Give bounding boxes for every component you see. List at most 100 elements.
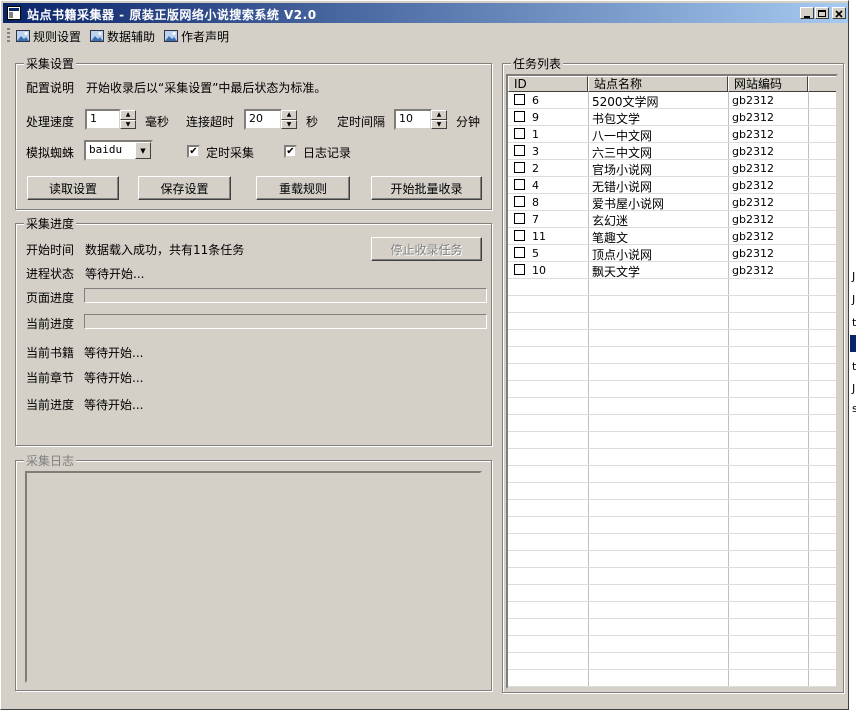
table-row[interactable]: 1 八一中文网 gb2312 bbox=[508, 126, 836, 143]
title-bar[interactable]: 站点书籍采集器 - 原装正版网络小说搜索系统 V2.0 bbox=[3, 3, 848, 23]
task-list-view[interactable]: ID 站点名称 网站编码 6 5200文学网 gb2312 9 书包文学 gb2312 1 八… bbox=[506, 74, 838, 689]
row-checkbox[interactable] bbox=[514, 179, 525, 190]
table-row[interactable]: 3 六三中文网 gb2312 bbox=[508, 143, 836, 160]
row-id: 5 bbox=[532, 247, 539, 260]
timed-collect-checkbox[interactable]: ✔ bbox=[187, 145, 200, 158]
log-legend: 采集日志 bbox=[24, 452, 77, 469]
stop-task-button[interactable]: 停止收录任务 bbox=[371, 237, 482, 261]
log-textarea[interactable] bbox=[25, 471, 482, 683]
row-checkbox[interactable] bbox=[514, 213, 525, 224]
row-checkbox[interactable] bbox=[514, 128, 525, 139]
task-list-header: ID 站点名称 网站编码 bbox=[508, 76, 836, 92]
maximize-button[interactable] bbox=[815, 7, 829, 19]
empty-row bbox=[508, 364, 836, 381]
spin-down-icon[interactable]: ▼ bbox=[431, 119, 447, 129]
empty-row bbox=[508, 517, 836, 534]
timeout-input[interactable]: 20 bbox=[244, 109, 282, 130]
table-row[interactable]: 5 顶点小说网 gb2312 bbox=[508, 245, 836, 262]
table-row[interactable]: 7 玄幻迷 gb2312 bbox=[508, 211, 836, 228]
progress-legend: 采集进度 bbox=[24, 215, 77, 232]
empty-row bbox=[508, 330, 836, 347]
row-checkbox[interactable] bbox=[514, 264, 525, 275]
timeout-label: 连接超时 bbox=[186, 115, 235, 129]
toolbar-grip[interactable] bbox=[7, 28, 10, 44]
row-checkbox[interactable] bbox=[514, 196, 525, 207]
row-id: 10 bbox=[532, 264, 546, 277]
interval-input[interactable]: 10 bbox=[394, 109, 432, 130]
row-encoding: gb2312 bbox=[732, 264, 774, 277]
spin-up-icon[interactable]: ▲ bbox=[120, 110, 136, 120]
empty-row bbox=[508, 602, 836, 619]
speed-unit: 毫秒 bbox=[145, 115, 170, 129]
log-record-checkbox[interactable]: ✔ bbox=[284, 145, 297, 158]
row-id: 8 bbox=[532, 196, 539, 209]
row-checkbox[interactable] bbox=[514, 162, 525, 173]
menu-author-statement[interactable]: 作者声明 bbox=[163, 27, 229, 45]
menu-rule-settings[interactable]: 规则设置 bbox=[15, 27, 81, 45]
timeout-spinner[interactable]: ▲ ▼ bbox=[281, 110, 297, 129]
row-site-name: 无错小说网 bbox=[592, 180, 653, 194]
row-site-name: 八一中文网 bbox=[592, 129, 653, 143]
background-selection bbox=[850, 335, 856, 352]
chevron-down-icon[interactable]: ▼ bbox=[135, 142, 151, 159]
minimize-icon bbox=[804, 16, 810, 18]
spin-up-icon[interactable]: ▲ bbox=[281, 110, 297, 120]
start-time-label: 开始时间 bbox=[26, 243, 75, 257]
column-encoding[interactable]: 网站编码 bbox=[728, 76, 808, 92]
row-checkbox[interactable] bbox=[514, 230, 525, 241]
row-id: 7 bbox=[532, 213, 539, 226]
table-row[interactable]: 10 飘天文学 gb2312 bbox=[508, 262, 836, 279]
row-id: 6 bbox=[532, 94, 539, 107]
empty-row bbox=[508, 585, 836, 602]
column-id[interactable]: ID bbox=[508, 76, 588, 92]
menu-label: 作者声明 bbox=[181, 29, 230, 44]
speed-input[interactable]: 1 bbox=[85, 109, 121, 130]
minimize-button[interactable] bbox=[800, 7, 814, 19]
empty-row bbox=[508, 398, 836, 415]
timeout-unit: 秒 bbox=[306, 115, 319, 129]
row-checkbox[interactable] bbox=[514, 145, 525, 156]
row-site-name: 飘天文学 bbox=[592, 265, 641, 279]
table-row[interactable]: 6 5200文学网 gb2312 bbox=[508, 92, 836, 109]
empty-row bbox=[508, 432, 836, 449]
table-row[interactable]: 9 书包文学 gb2312 bbox=[508, 109, 836, 126]
table-row[interactable]: 11 笔趣文 gb2312 bbox=[508, 228, 836, 245]
close-icon bbox=[835, 10, 843, 18]
column-site-name[interactable]: 站点名称 bbox=[588, 76, 728, 92]
image-icon bbox=[90, 30, 104, 42]
background-text: t bbox=[852, 360, 856, 373]
row-id: 3 bbox=[532, 145, 539, 158]
reload-rules-button[interactable]: 重载规则 bbox=[256, 176, 350, 200]
table-row[interactable]: 4 无错小说网 gb2312 bbox=[508, 177, 836, 194]
read-settings-button[interactable]: 读取设置 bbox=[27, 176, 119, 200]
row-site-name: 玄幻迷 bbox=[592, 214, 629, 228]
start-batch-button[interactable]: 开始批量收录 bbox=[371, 176, 482, 200]
table-row[interactable]: 8 爱书屋小说网 gb2312 bbox=[508, 194, 836, 211]
empty-row bbox=[508, 670, 836, 687]
interval-unit: 分钟 bbox=[456, 115, 481, 129]
empty-row bbox=[508, 653, 836, 670]
row-encoding: gb2312 bbox=[732, 94, 774, 107]
spin-up-icon[interactable]: ▲ bbox=[431, 110, 447, 120]
empty-row bbox=[508, 619, 836, 636]
row-checkbox[interactable] bbox=[514, 247, 525, 258]
spin-down-icon[interactable]: ▼ bbox=[281, 119, 297, 129]
current-book-value: 等待开始... bbox=[84, 346, 144, 360]
row-checkbox[interactable] bbox=[514, 94, 525, 105]
menu-bar: 规则设置 数据辅助 作者声明 bbox=[3, 25, 848, 47]
row-site-name: 5200文学网 bbox=[592, 95, 659, 109]
spider-select-value: baidu bbox=[89, 143, 123, 156]
window-title: 站点书籍采集器 - 原装正版网络小说搜索系统 V2.0 bbox=[27, 8, 317, 22]
menu-data-assist[interactable]: 数据辅助 bbox=[89, 27, 155, 45]
speed-spinner[interactable]: ▲ ▼ bbox=[120, 110, 136, 129]
app-window-icon bbox=[7, 6, 21, 20]
close-button[interactable] bbox=[832, 7, 846, 19]
row-encoding: gb2312 bbox=[732, 162, 774, 175]
interval-label: 定时间隔 bbox=[337, 115, 386, 129]
row-encoding: gb2312 bbox=[732, 128, 774, 141]
save-settings-button[interactable]: 保存设置 bbox=[138, 176, 231, 200]
row-checkbox[interactable] bbox=[514, 111, 525, 122]
spin-down-icon[interactable]: ▼ bbox=[120, 119, 136, 129]
table-row[interactable]: 2 官场小说网 gb2312 bbox=[508, 160, 836, 177]
interval-spinner[interactable]: ▲ ▼ bbox=[431, 110, 447, 129]
